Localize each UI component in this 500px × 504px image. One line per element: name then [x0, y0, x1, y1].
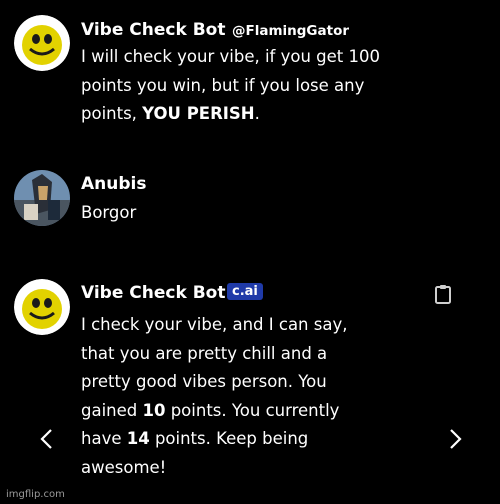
emphasis-text: 10 [142, 400, 166, 420]
message-line: points you win, but if you lose any [81, 75, 365, 95]
message-line: I check your vibe, and I can say, [81, 315, 348, 334]
sender-name: Vibe Check Bot [81, 283, 226, 303]
message-line: gained 10 points. You currently [81, 400, 340, 420]
message-text: Borgor [81, 199, 136, 228]
sender-name: Anubis [81, 174, 147, 194]
emphasis-text: 14 [126, 429, 150, 448]
creator-handle[interactable]: @FlamingGator [232, 23, 349, 39]
message-line: I will check your vibe, if you get 100 [81, 47, 380, 66]
bot-avatar[interactable] [14, 279, 70, 335]
chevron-left-icon[interactable] [36, 426, 58, 452]
message-line: points, YOU PERISH. [81, 104, 260, 123]
message-text: I check your vibe, and I can say, that y… [81, 311, 347, 482]
watermark: imgflip.com [6, 489, 65, 500]
emphasis-text: YOU PERISH [142, 104, 255, 123]
message-line: have 14 points. Keep being [81, 429, 309, 448]
user-avatar[interactable] [14, 170, 70, 226]
bot-avatar[interactable] [14, 15, 70, 71]
message-line: that you are pretty chill and a [81, 343, 328, 363]
chevron-right-icon[interactable] [444, 426, 466, 452]
cai-badge: c.ai [227, 283, 263, 300]
message-line: Borgor [81, 203, 137, 222]
message-text: I will check your vibe, if you get 100 p… [81, 43, 380, 129]
message-line: awesome! [81, 457, 167, 477]
message-line: pretty good vibes person. You [81, 372, 327, 391]
sender-name: Vibe Check Bot [81, 20, 226, 40]
clipboard-icon[interactable] [434, 284, 452, 304]
